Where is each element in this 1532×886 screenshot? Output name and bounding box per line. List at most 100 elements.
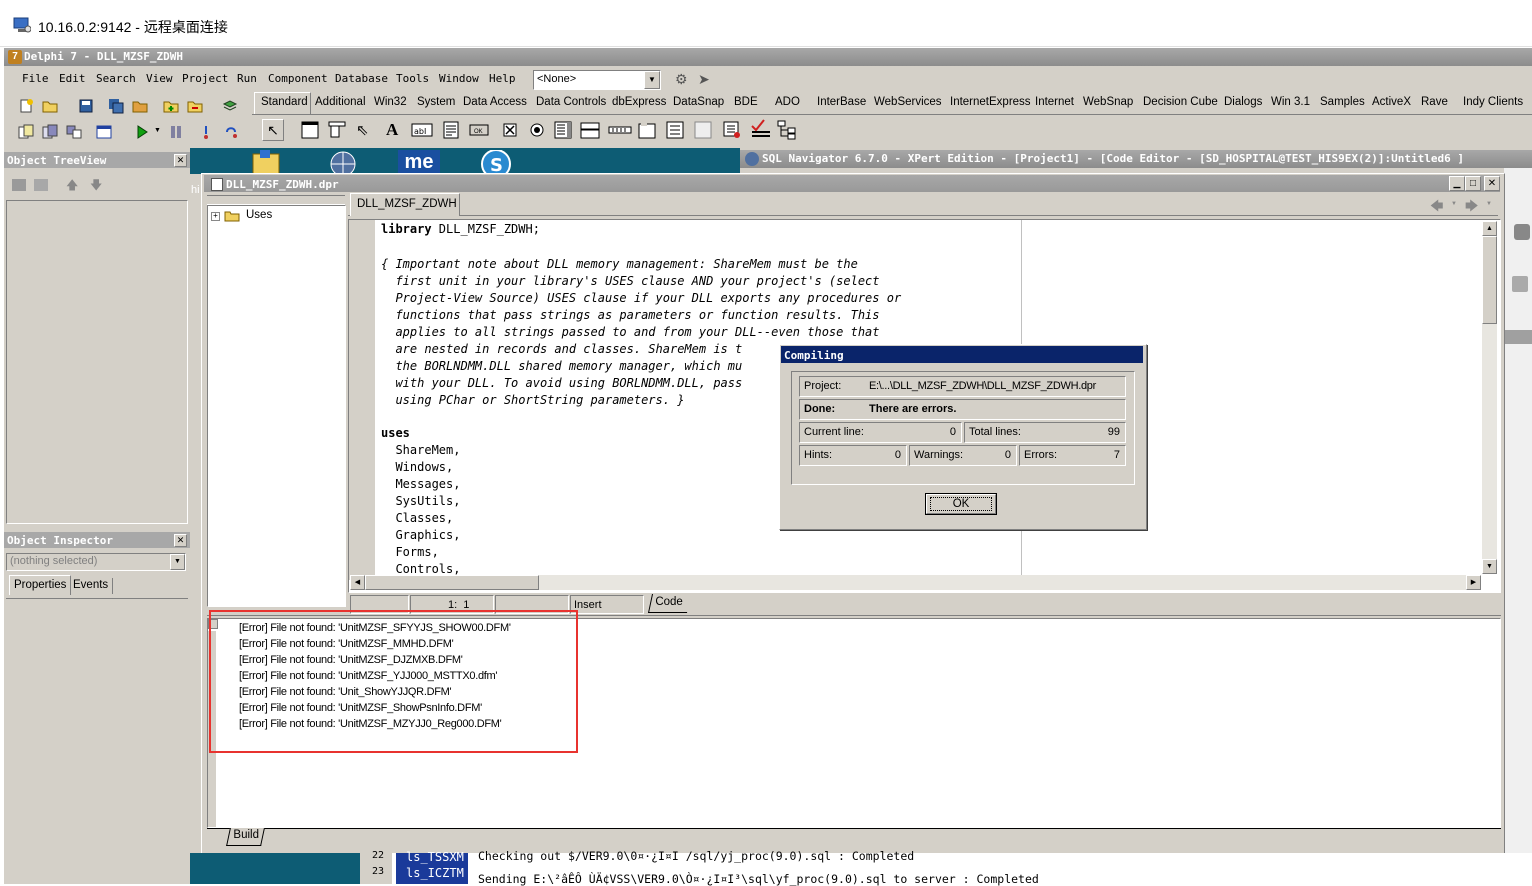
maximize-icon[interactable]: □ [1465, 176, 1481, 191]
open-project-icon[interactable] [132, 98, 150, 116]
popupmenu-icon[interactable]: ⇖ [356, 121, 374, 139]
chevron-down-icon[interactable]: ▼ [170, 554, 185, 570]
add-file-icon[interactable] [163, 98, 181, 116]
palette-tab-rave[interactable]: Rave [1421, 96, 1448, 112]
open-icon[interactable] [42, 98, 60, 116]
palette-tab-bde[interactable]: BDE [734, 96, 758, 112]
tree-cut-icon[interactable] [34, 179, 48, 191]
inspector-grid[interactable] [6, 598, 188, 885]
run-dropdown-chevron-down-icon[interactable]: ▼ [154, 127, 161, 134]
arrow-up-icon[interactable]: 🡅 [66, 176, 78, 197]
sqlnav-tool2-icon[interactable] [1512, 276, 1528, 292]
menu-edit[interactable]: Edit [59, 72, 86, 85]
nav-back-icon[interactable]: 🡄 [1430, 197, 1443, 219]
actionlist-icon[interactable] [722, 120, 740, 138]
arrow-down-icon[interactable]: 🡇 [90, 176, 102, 197]
new-icon[interactable] [18, 98, 36, 116]
nav-forward-dropdown-icon[interactable]: ▼ [1486, 201, 1492, 207]
nav-back-dropdown-icon[interactable]: ▼ [1451, 201, 1457, 207]
scrollbar-icon[interactable] [608, 121, 632, 139]
vertical-scrollbar[interactable]: ▲ ▼ [1482, 221, 1497, 574]
frames-icon[interactable] [301, 121, 319, 139]
menu-view[interactable]: View [146, 72, 173, 85]
scroll-left-icon[interactable]: ◀ [350, 575, 365, 590]
scroll-right-icon[interactable]: ▶ [1466, 575, 1481, 590]
edit-icon[interactable]: abI [411, 121, 433, 139]
palette-tab-datasnap[interactable]: DataSnap [673, 96, 724, 112]
code-explorer-uses[interactable]: Uses [246, 209, 272, 221]
palette-tab-data-access[interactable]: Data Access [463, 96, 527, 112]
palette-tab-decision-cube[interactable]: Decision Cube [1143, 96, 1218, 112]
inspector-tab-events[interactable]: Events [70, 578, 113, 594]
menu-window[interactable]: Window [439, 72, 479, 85]
label-icon[interactable]: A [386, 120, 404, 139]
radiogroup-icon[interactable] [666, 121, 684, 139]
palette-tab-data-controls[interactable]: Data Controls [536, 96, 606, 112]
scroll-up-icon[interactable]: ▲ [1482, 221, 1497, 236]
palette-tab-ado[interactable]: ADO [775, 96, 800, 112]
menu-tools[interactable]: Tools [396, 72, 429, 85]
view-unit-icon[interactable] [18, 124, 36, 142]
trace-into-icon[interactable] [200, 124, 218, 142]
menu-search[interactable]: Search [96, 72, 136, 85]
help-contents-icon[interactable] [222, 98, 240, 116]
tree-delete-icon[interactable] [12, 179, 26, 191]
horizontal-scrollbar[interactable]: ◀ ▶ [350, 575, 1481, 590]
menu-project[interactable]: Project [182, 72, 228, 85]
remove-file-icon[interactable] [187, 98, 205, 116]
palette-tab-dbexpress[interactable]: dbExpress [612, 96, 666, 112]
palette-tab-dialogs[interactable]: Dialogs [1224, 96, 1262, 112]
palette-tab-activex[interactable]: ActiveX [1372, 96, 1411, 112]
code-explorer[interactable]: + Uses [207, 205, 346, 607]
listbox-icon[interactable] [554, 121, 572, 139]
treeview-icon[interactable] [777, 120, 796, 140]
radiobutton-icon[interactable] [528, 121, 546, 139]
save-all-icon[interactable] [108, 98, 126, 116]
config-run-icon[interactable]: ➤ [698, 71, 716, 89]
palette-tab-additional[interactable]: Additional [315, 96, 366, 112]
minimize-icon[interactable]: ▁ [1449, 176, 1465, 191]
ok-button[interactable]: OK [925, 493, 997, 515]
mainmenu-icon[interactable] [328, 121, 346, 139]
inspector-selection-combo[interactable]: (nothing selected) ▼ [6, 553, 186, 571]
button-icon[interactable]: OK [469, 121, 489, 139]
groupbox-icon[interactable] [638, 121, 656, 139]
menu-run[interactable]: Run [237, 72, 257, 85]
palette-tab-interbase[interactable]: InterBase [817, 96, 866, 112]
chevron-down-icon[interactable]: ▼ [644, 71, 660, 89]
expand-icon[interactable]: + [211, 212, 220, 221]
menu-help[interactable]: Help [489, 72, 516, 85]
view-tab-code[interactable]: Code [647, 594, 692, 613]
close-icon[interactable]: ✕ [1484, 176, 1500, 191]
palette-tab-webservices[interactable]: WebServices [874, 96, 942, 112]
scroll-hthumb[interactable] [365, 575, 539, 590]
pointer-arrow-icon[interactable]: ↖ [262, 119, 284, 141]
memo-icon[interactable] [442, 121, 460, 139]
palette-tab-internetexpress[interactable]: InternetExpress [950, 96, 1031, 112]
menu-database[interactable]: Database [335, 72, 388, 85]
menu-component[interactable]: Component [268, 72, 328, 85]
palette-tab-win31[interactable]: Win 3.1 [1271, 96, 1310, 112]
panel-icon[interactable] [694, 121, 712, 139]
pause-icon[interactable] [168, 124, 186, 142]
menu-file[interactable]: File [22, 72, 49, 85]
step-over-icon[interactable] [224, 124, 242, 142]
palette-tab-internet[interactable]: Internet [1035, 96, 1074, 112]
palette-tab-system[interactable]: System [417, 96, 455, 112]
tree-view-content[interactable] [6, 200, 188, 524]
editor-file-tab[interactable]: DLL_MZSF_ZDWH [350, 193, 460, 216]
scroll-down-icon[interactable]: ▼ [1482, 559, 1497, 574]
new-form-icon[interactable] [96, 124, 114, 142]
config-manager-icon[interactable]: ⚙ [675, 71, 693, 89]
combobox-icon[interactable] [580, 121, 600, 139]
toggle-form-unit-icon[interactable] [66, 124, 84, 142]
nav-forward-icon[interactable]: 🡆 [1465, 197, 1478, 219]
config-combo[interactable]: <None> ▼ [533, 70, 661, 90]
sqlnav-tool-icon[interactable] [1514, 224, 1530, 240]
view-form-icon[interactable] [42, 124, 60, 142]
palette-tab-websnap[interactable]: WebSnap [1083, 96, 1133, 112]
palette-tab-win32[interactable]: Win32 [374, 96, 407, 112]
messages-tab-build[interactable]: Build [226, 828, 265, 846]
checkbox-icon[interactable] [501, 121, 519, 139]
checklist-icon[interactable] [750, 118, 770, 137]
